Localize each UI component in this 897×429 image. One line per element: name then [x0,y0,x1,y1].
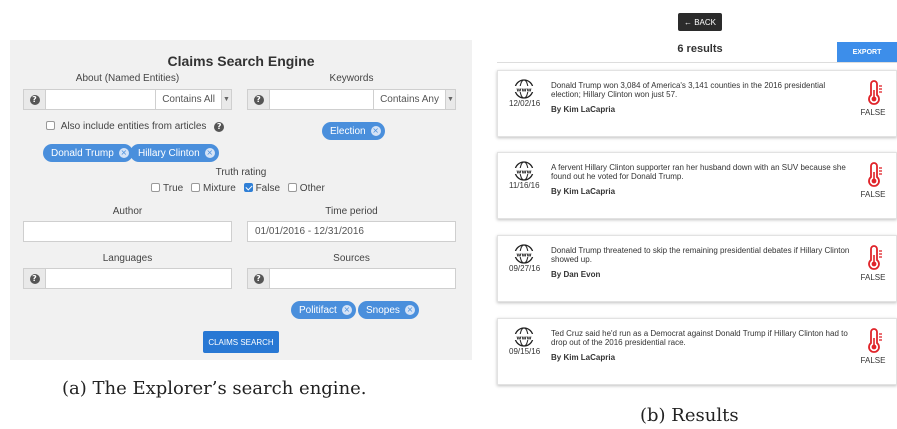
author-input[interactable] [23,221,232,242]
result-card[interactable]: www 12/02/16 Donald Trump won 3,084 of Ame… [497,70,897,137]
keywords-mode-select[interactable]: Contains Any [373,90,445,109]
svg-text:www: www [516,252,531,258]
truth-rating-options: True Mixture False Other [151,183,330,194]
result-card[interactable]: www 09/27/16 Donald Trump threatened to sk… [497,235,897,302]
x-circle-icon[interactable]: × [370,126,381,136]
x-circle-icon[interactable]: × [404,305,415,315]
keywords-help-button[interactable]: ? [248,90,270,109]
truth-option-label: Other [299,183,325,194]
about-mode-select[interactable]: Contains All [155,90,221,109]
also-include-row[interactable]: Also include entities from articles ? [46,121,225,132]
truth-rating-label: Truth rating [215,167,267,178]
languages-input-group: ? [23,268,232,289]
export-button[interactable]: EXPORT [837,42,897,62]
chip-label: Election [330,125,366,137]
result-card[interactable]: www 11/16/16 A fervent Hillary Clinton sup… [497,152,897,219]
result-verdict: FALSE [860,108,886,117]
thermometer-icon [868,328,882,353]
entity-chip[interactable]: Hillary Clinton × [130,144,219,162]
chevron-down-icon[interactable]: ▼ [221,90,231,109]
result-claim-text[interactable]: A fervent Hillary Clinton supporter ran … [551,163,851,181]
chip-label: Politifact [299,304,337,316]
also-include-label: Also include entities from articles [60,121,207,132]
source-chip[interactable]: Snopes × [358,301,419,319]
chip-label: Hillary Clinton [138,147,200,159]
result-author: By Kim LaCapria [551,105,616,114]
result-author: By Kim LaCapria [551,353,616,362]
chip-label: Snopes [366,304,400,316]
source-chip[interactable]: Politifact × [291,301,356,319]
about-help-button[interactable]: ? [24,90,46,109]
entity-chip[interactable]: Donald Trump × [43,144,133,162]
result-author: By Kim LaCapria [551,187,616,196]
truth-option-label: False [255,183,281,194]
time-period-input[interactable]: 01/01/2016 - 12/31/2016 [247,221,456,242]
result-card[interactable]: www 09/15/16 Ted Cruz said he'd run as a D… [497,318,897,385]
result-verdict: FALSE [860,190,886,199]
result-date: 09/27/16 [509,264,541,273]
about-input-group: ? Contains All ▼ [23,89,232,110]
question-circle-icon: ? [29,273,40,284]
www-globe-icon: www [514,161,534,181]
truth-option-label: True [163,183,184,194]
result-claim-text[interactable]: Ted Cruz said he'd run as a Democrat aga… [551,329,851,347]
languages-help-button[interactable]: ? [24,269,46,288]
about-label: About (Named Entities) [75,73,180,84]
chevron-down-icon[interactable]: ▼ [445,90,455,109]
result-claim-text[interactable]: Donald Trump threatened to skip the rema… [551,246,851,264]
truth-option-label: Mixture [202,183,236,194]
www-globe-icon: www [514,244,534,264]
sources-help-button[interactable]: ? [248,269,270,288]
svg-text:www: www [516,87,531,93]
languages-label: Languages [102,253,153,264]
x-circle-icon[interactable]: × [204,148,215,158]
also-include-checkbox[interactable] [46,121,55,130]
truth-false-checkbox[interactable] [243,183,253,192]
result-author: By Dan Evon [551,270,601,279]
sources-input-group: ? [247,268,456,289]
author-label: Author [112,206,143,217]
result-date: 09/15/16 [509,347,541,356]
x-circle-icon[interactable]: × [118,148,129,158]
caption-a: (a) The Explorer’s search engine. [62,378,367,399]
search-title: Claims Search Engine [167,53,315,69]
keywords-input-group: ? Contains Any ▼ [247,89,456,110]
keywords-input[interactable] [270,90,373,109]
keyword-chip[interactable]: Election × [322,122,385,140]
result-verdict: FALSE [860,273,886,282]
about-input[interactable] [46,90,155,109]
search-panel: Claims Search Engine About (Named Entiti… [10,40,472,360]
question-circle-icon[interactable]: ? [214,122,225,132]
result-verdict: FALSE [860,356,886,365]
truth-true-checkbox[interactable] [151,183,160,192]
result-date: 12/02/16 [509,99,541,108]
truth-mixture-checkbox[interactable] [190,183,200,192]
question-circle-icon: ? [253,273,264,284]
claims-search-button[interactable]: CLAIMS SEARCH [203,331,279,353]
back-button[interactable]: ← BACK [678,13,722,31]
sources-label: Sources [333,253,370,264]
thermometer-icon [868,245,882,270]
caption-b: (b) Results [640,405,739,426]
www-globe-icon: www [514,79,534,99]
time-period-label: Time period [325,206,378,217]
svg-text:www: www [516,169,531,175]
languages-input[interactable] [46,269,231,288]
results-divider [497,62,897,63]
thermometer-icon [868,162,882,187]
result-claim-text[interactable]: Donald Trump won 3,084 of America's 3,14… [551,81,851,99]
sources-input[interactable] [270,269,455,288]
truth-other-checkbox[interactable] [287,183,297,192]
result-date: 11/16/16 [509,181,540,190]
svg-text:www: www [516,335,531,341]
www-globe-icon: www [514,327,534,347]
x-circle-icon[interactable]: × [341,305,352,315]
question-circle-icon: ? [29,94,40,105]
thermometer-icon [868,80,882,105]
keywords-label: Keywords [329,73,374,84]
question-circle-icon: ? [253,94,264,105]
chip-label: Donald Trump [51,147,114,159]
